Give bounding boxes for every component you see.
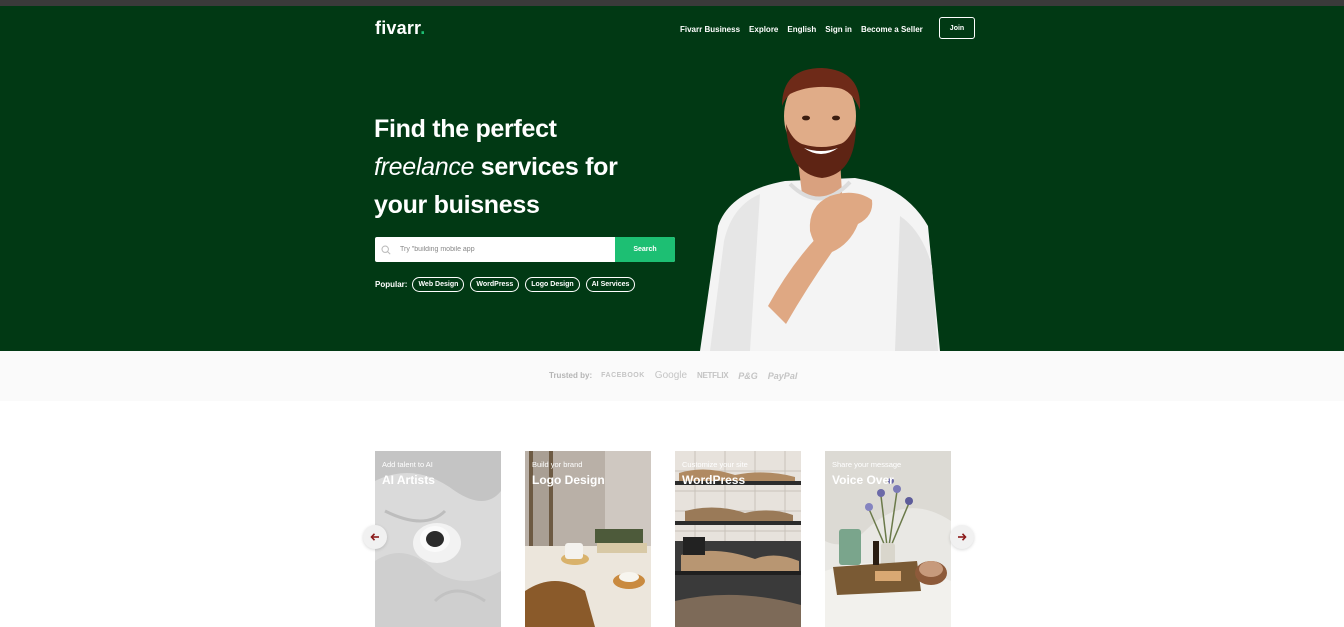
nav-sign-in[interactable]: Sign in <box>825 25 852 34</box>
card-subtitle: Customize your site <box>682 460 748 469</box>
tag-wordpress[interactable]: WordPress <box>470 277 520 292</box>
hero-headline: Find the perfect freelance services for … <box>374 110 618 224</box>
brand-facebook: FACEBOOK <box>601 372 645 379</box>
popular-label: Popular: <box>375 280 408 289</box>
top-nav: Fivarr Business Explore English Sign in … <box>680 18 932 40</box>
nav-become-seller[interactable]: Become a Seller <box>861 25 923 34</box>
arrow-right-icon <box>958 533 967 541</box>
nav-fivarr-business[interactable]: Fivarr Business <box>680 25 740 34</box>
brand-pg: P&G <box>738 370 758 381</box>
nav-explore[interactable]: Explore <box>749 25 778 34</box>
service-card-ai-artists[interactable]: Add talent to AI AI Artists <box>375 451 501 627</box>
service-card-voice-over[interactable]: Share your message Voice Over <box>825 451 951 627</box>
hero-section: fivarr. Fivarr Business Explore English … <box>0 6 1344 351</box>
trusted-by-bar: Trusted by: FACEBOOK Google NETFLIX P&G … <box>0 351 1344 401</box>
hero-person-image <box>700 68 940 351</box>
search-button[interactable]: Search <box>615 237 675 262</box>
search-input[interactable] <box>397 237 615 262</box>
headline-italic: freelance <box>374 153 475 181</box>
brand-google: Google <box>654 370 688 381</box>
carousel-prev-button[interactable] <box>363 525 387 549</box>
logo[interactable]: fivarr. <box>375 18 425 39</box>
trusted-label: Trusted by: <box>549 371 593 380</box>
arrow-left-icon <box>370 533 379 541</box>
card-title: Voice Over <box>832 473 894 487</box>
brand-paypal: PayPal <box>767 370 798 381</box>
carousel-next-button[interactable] <box>950 525 974 549</box>
card-subtitle: Build yor brand <box>532 460 583 469</box>
popular-tags: Popular: Web Design WordPress Logo Desig… <box>375 277 641 292</box>
tag-ai-services[interactable]: AI Services <box>585 277 636 292</box>
tag-web-design[interactable]: Web Design <box>412 277 465 292</box>
service-card-wordpress[interactable]: Customize your site WordPress <box>675 451 801 627</box>
tag-logo-design[interactable]: Logo Design <box>525 277 580 292</box>
join-button[interactable]: Join <box>939 17 975 39</box>
nav-english[interactable]: English <box>787 25 816 34</box>
service-card-logo-design[interactable]: Build yor brand Logo Design <box>525 451 651 627</box>
headline-line-3: your buisness <box>374 191 540 219</box>
card-title: AI Artists <box>382 473 435 487</box>
card-title: Logo Design <box>532 473 605 487</box>
card-subtitle: Add talent to AI <box>382 460 433 469</box>
headline-line-1: Find the perfect <box>374 115 557 143</box>
brand-netflix: NETFLIX <box>697 371 729 380</box>
services-carousel: Add talent to AI AI Artists Build yor br… <box>0 401 1344 627</box>
headline-line-2: services for <box>474 153 618 181</box>
trusted-row: Trusted by: FACEBOOK Google NETFLIX P&G … <box>549 370 807 381</box>
search-bar: Search <box>375 237 675 262</box>
card-subtitle: Share your message <box>832 460 902 469</box>
search-icon <box>375 237 397 262</box>
card-title: WordPress <box>682 473 746 487</box>
